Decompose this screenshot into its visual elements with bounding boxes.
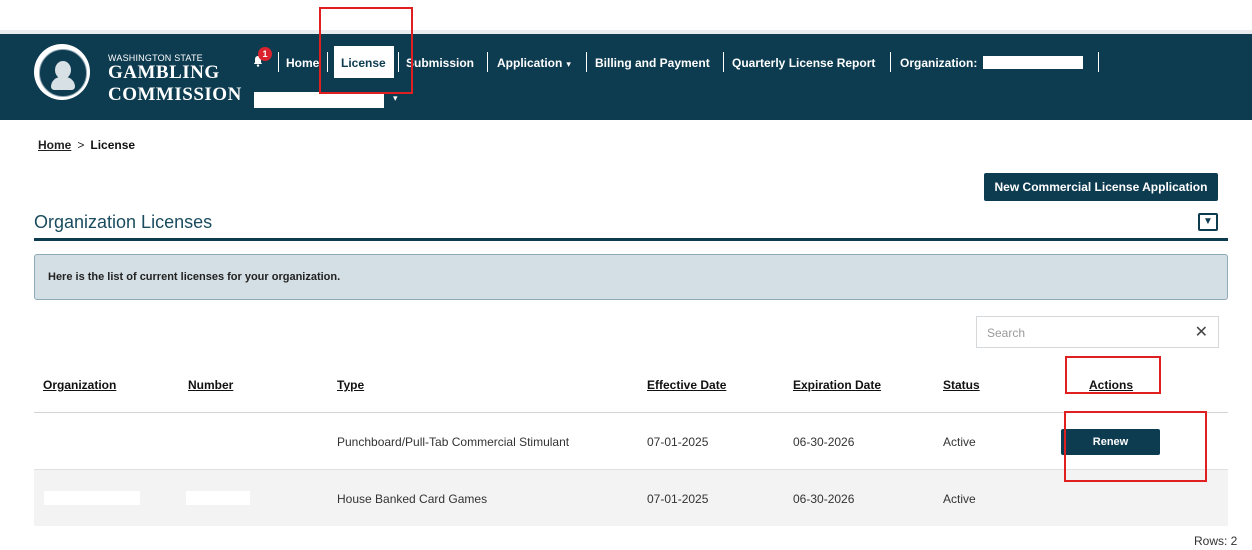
redacted-number-cell: [186, 491, 250, 505]
breadcrumb-separator: >: [77, 138, 85, 152]
top-strip: [0, 0, 1252, 34]
nav-license-tab-active[interactable]: License: [334, 46, 394, 78]
breadcrumb-current: License: [90, 138, 136, 152]
nav-separator: [327, 52, 328, 72]
column-header-number[interactable]: Number: [188, 378, 233, 392]
section-divider: [34, 238, 1228, 241]
nav-separator: [723, 52, 724, 72]
new-commercial-license-application-button[interactable]: New Commercial License Application: [984, 173, 1218, 201]
cell-expiration-date: 06-30-2026: [793, 492, 855, 506]
search-box: ✕: [976, 316, 1219, 348]
nav-billing-link[interactable]: Billing and Payment: [595, 56, 710, 70]
nav-home-link[interactable]: Home: [286, 56, 319, 70]
renew-button[interactable]: Renew: [1061, 429, 1160, 455]
search-input[interactable]: [985, 323, 1179, 343]
nav-license-label: License: [341, 56, 386, 70]
nav-separator: [398, 52, 399, 72]
info-banner-text: Here is the list of current licenses for…: [48, 271, 341, 283]
info-banner: Here is the list of current licenses for…: [34, 254, 1228, 300]
redacted-organization-name: [983, 56, 1083, 69]
chevron-down-icon[interactable]: ▾: [393, 93, 398, 104]
brand-name-line1: GAMBLING: [108, 62, 220, 83]
row-count-label: Rows: 2: [1194, 534, 1238, 548]
column-header-effective-date[interactable]: Effective Date: [647, 378, 726, 392]
nav-separator: [278, 52, 279, 72]
site-header: WASHINGTON STATE GAMBLING COMMISSION 1 H…: [0, 34, 1252, 120]
nav-separator: [487, 52, 488, 72]
nav-submission-link[interactable]: Submission: [406, 56, 474, 70]
cell-type: House Banked Card Games: [337, 492, 488, 506]
cell-status: Active: [943, 435, 976, 449]
clear-search-icon[interactable]: ✕: [1195, 322, 1208, 342]
column-header-organization[interactable]: Organization: [43, 378, 116, 392]
seal-inner: [39, 49, 87, 97]
breadcrumb-home-link[interactable]: Home: [38, 138, 71, 152]
cell-type: Punchboard/Pull-Tab Commercial Stimulant: [337, 435, 570, 449]
breadcrumb: Home > License: [38, 138, 135, 152]
nav-application-label: Application: [497, 56, 563, 70]
cell-status: Active: [943, 492, 976, 506]
column-header-status[interactable]: Status: [943, 378, 980, 392]
brand-name-line2: COMMISSION: [108, 84, 242, 105]
nav-separator: [586, 52, 587, 72]
nav-separator: [1098, 52, 1099, 72]
nav-organization-menu[interactable]: Organization:: [900, 56, 977, 70]
section-title: Organization Licenses: [34, 212, 213, 232]
column-header-expiration-date[interactable]: Expiration Date: [793, 378, 881, 392]
nav-quarterly-report-link[interactable]: Quarterly License Report: [732, 56, 875, 70]
nav-organization-label: Organization:: [900, 56, 978, 70]
redacted-user-name[interactable]: [254, 92, 384, 108]
cell-expiration-date: 06-30-2026: [793, 435, 855, 449]
cell-effective-date: 07-01-2025: [647, 492, 709, 506]
state-seal-logo[interactable]: [34, 44, 90, 100]
collapse-toggle-icon[interactable]: ▼: [1198, 213, 1218, 231]
nav-application-menu[interactable]: Application ▾: [497, 56, 571, 70]
chevron-down-icon: ▾: [566, 59, 571, 69]
nav-separator: [890, 52, 891, 72]
column-header-type[interactable]: Type: [337, 378, 364, 392]
table-row: [34, 413, 1228, 469]
column-header-actions[interactable]: Actions: [1089, 378, 1133, 392]
seal-portrait-body: [51, 77, 75, 90]
cell-effective-date: 07-01-2025: [647, 435, 709, 449]
notification-count-badge: 1: [258, 47, 272, 61]
redacted-organization-cell: [44, 491, 140, 505]
